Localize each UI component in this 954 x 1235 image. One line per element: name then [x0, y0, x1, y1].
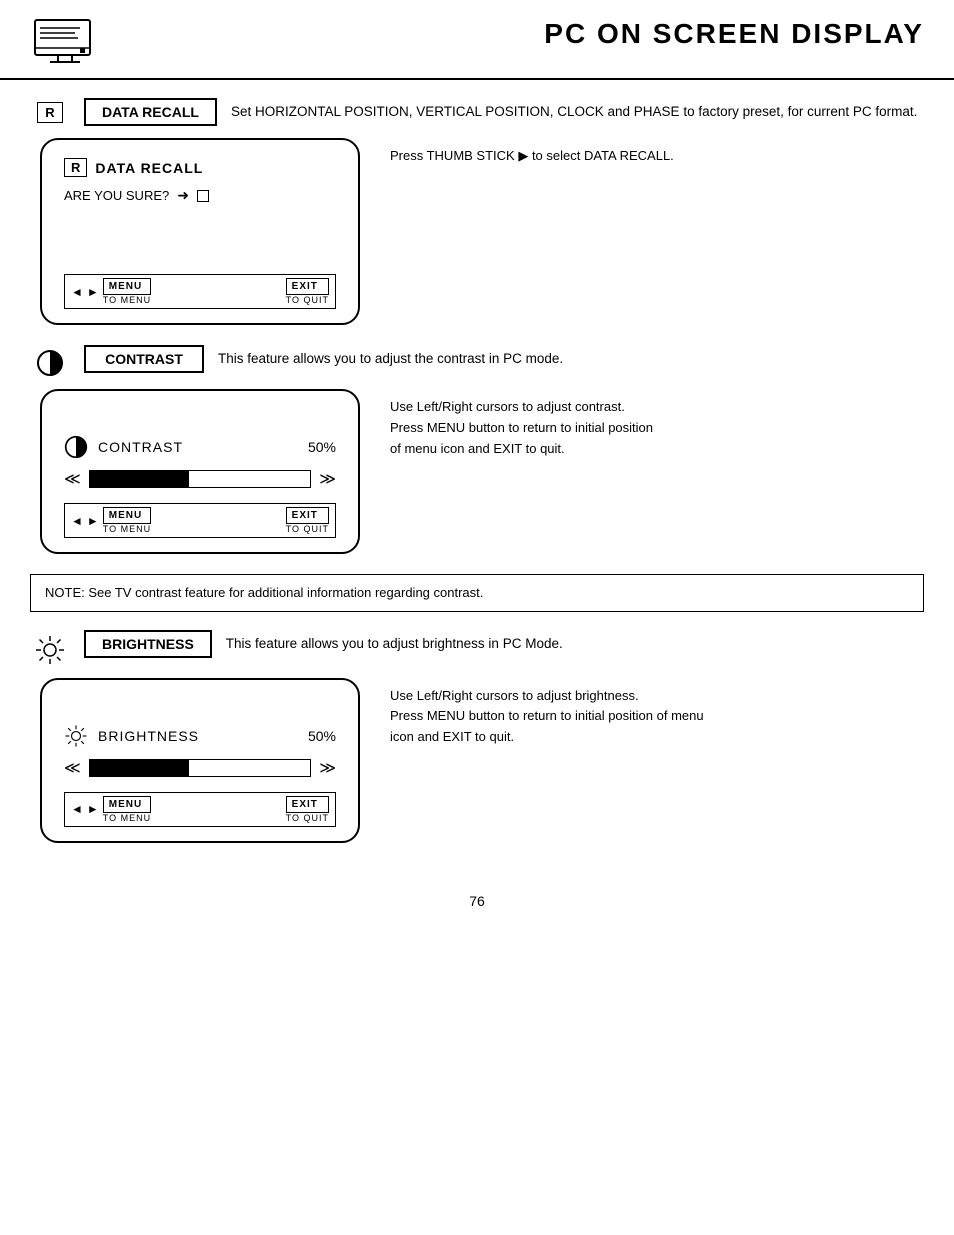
contrast-icon: [30, 345, 70, 377]
brightness-osd-label: BRIGHTNESS: [98, 728, 298, 744]
brightness-osd-bottom-bar: ◄ ► MENU TO MENU EXIT TO QUIT: [64, 792, 336, 827]
contrast-left-arrow-icon: ◄: [71, 514, 83, 528]
brightness-right-arrow-icon: ►: [87, 802, 99, 816]
brightness-icon: [30, 630, 70, 666]
contrast-menu-label: MENU: [103, 507, 151, 524]
contrast-exit-label: EXIT: [286, 507, 329, 524]
brightness-to-menu: TO MENU: [103, 813, 151, 823]
brightness-left-arrow-icon: ◄: [71, 802, 83, 816]
brightness-slider-fill: [90, 760, 189, 776]
osd-exit-label: EXIT: [286, 278, 329, 295]
page-title: PC ON SCREEN DISPLAY: [544, 18, 924, 50]
osd-r-label: R: [64, 158, 87, 177]
contrast-note: NOTE: See TV contrast feature for additi…: [30, 574, 924, 612]
brightness-slider-left-icon: ≪: [64, 758, 81, 778]
contrast-nav-right: EXIT TO QUIT: [286, 507, 329, 534]
contrast-description: This feature allows you to adjust the co…: [218, 345, 924, 369]
data-recall-osd: R DATA RECALL ARE YOU SURE? ➜ ◄ ► MENU: [40, 138, 360, 325]
contrast-osd: CONTRAST 50% ≪ ≫ ◄ ► MENU: [40, 389, 360, 554]
data-recall-r-icon: R: [30, 98, 70, 123]
brightness-osd-item-row: BRIGHTNESS 50%: [64, 724, 336, 748]
monitor-icon: [30, 18, 100, 68]
brightness-description: This feature allows you to adjust bright…: [226, 630, 924, 654]
osd-data-recall-title: DATA RECALL: [95, 160, 203, 176]
contrast-right-arrow-icon: ►: [87, 514, 99, 528]
data-recall-section: R DATA RECALL Set HORIZONTAL POSITION, V…: [30, 98, 924, 325]
contrast-osd-bottom-bar: ◄ ► MENU TO MENU EXIT TO QUIT: [64, 503, 336, 538]
contrast-osd-icon: [64, 435, 88, 459]
contrast-osd-label: CONTRAST: [98, 439, 298, 455]
osd-arrow-icon: ➜: [177, 187, 189, 204]
brightness-osd-nav-left: ◄ ► MENU TO MENU: [71, 796, 151, 823]
brightness-osd: BRIGHTNESS 50% ≪ ≫ ◄ ► MENU: [40, 678, 360, 843]
contrast-osd-value: 50%: [308, 439, 336, 455]
page-header: PC ON SCREEN DISPLAY: [0, 0, 954, 80]
contrast-to-menu: TO MENU: [103, 524, 151, 534]
brightness-menu-label: MENU: [103, 796, 151, 813]
osd-nav-left: ◄ ► MENU TO MENU: [71, 278, 151, 305]
contrast-slider-right-icon: ≫: [319, 469, 336, 489]
data-recall-instruction: Press THUMB STICK ▶ to select DATA RECAL…: [390, 138, 924, 167]
page-number: 76: [469, 893, 485, 909]
contrast-to-quit: TO QUIT: [286, 524, 329, 534]
brightness-osd-value: 50%: [308, 728, 336, 744]
brightness-label: BRIGHTNESS: [84, 630, 212, 658]
osd-bottom-bar: ◄ ► MENU TO MENU EXIT TO QUIT: [64, 274, 336, 309]
contrast-slider-track: [89, 470, 312, 488]
contrast-section: CONTRAST This feature allows you to adju…: [30, 345, 924, 554]
brightness-slider-track: [89, 759, 312, 777]
data-recall-label: DATA RECALL: [84, 98, 217, 126]
osd-to-menu: TO MENU: [103, 295, 151, 305]
brightness-nav-right: EXIT TO QUIT: [286, 796, 329, 823]
contrast-slider-left-icon: ≪: [64, 469, 81, 489]
brightness-exit-label: EXIT: [286, 796, 329, 813]
osd-nav-right: EXIT TO QUIT: [286, 278, 329, 305]
contrast-slider-row: ≪ ≫: [64, 469, 336, 489]
osd-checkbox: [197, 190, 209, 202]
brightness-section: BRIGHTNESS This feature allows you to ad…: [30, 630, 924, 843]
contrast-osd-nav-left: ◄ ► MENU TO MENU: [71, 507, 151, 534]
osd-right-arrow-icon: ►: [87, 285, 99, 299]
brightness-to-quit: TO QUIT: [286, 813, 329, 823]
page-footer: 76: [0, 881, 954, 917]
osd-to-quit: TO QUIT: [286, 295, 329, 305]
osd-left-arrow-icon: ◄: [71, 285, 83, 299]
data-recall-description: Set HORIZONTAL POSITION, VERTICAL POSITI…: [231, 98, 924, 122]
contrast-side-info: Use Left/Right cursors to adjust contras…: [390, 389, 924, 459]
brightness-osd-icon: [64, 724, 88, 748]
contrast-label: CONTRAST: [84, 345, 204, 373]
brightness-side-info: Use Left/Right cursors to adjust brightn…: [390, 678, 924, 748]
contrast-osd-item-row: CONTRAST 50%: [64, 435, 336, 459]
osd-menu-label: MENU: [103, 278, 151, 295]
brightness-slider-right-icon: ≫: [319, 758, 336, 778]
osd-are-you-sure: ARE YOU SURE? ➜: [64, 187, 336, 204]
brightness-slider-row: ≪ ≫: [64, 758, 336, 778]
contrast-slider-fill: [90, 471, 189, 487]
